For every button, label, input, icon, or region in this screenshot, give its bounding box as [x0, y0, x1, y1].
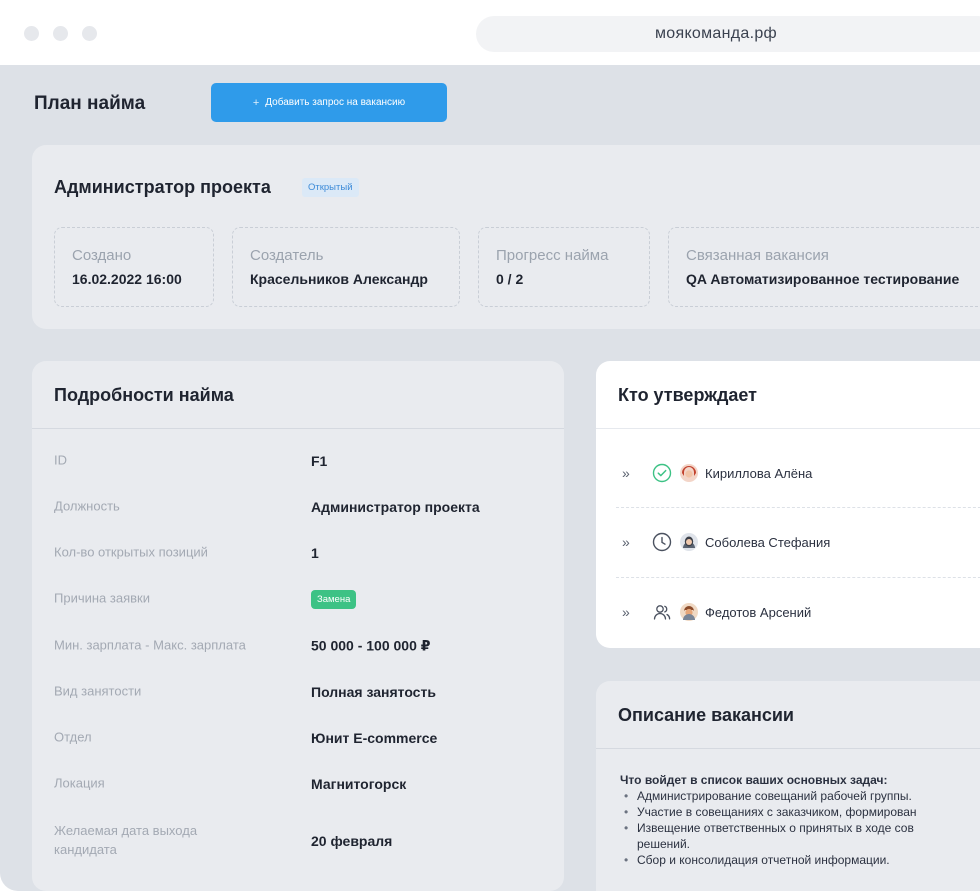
- stat-label: Создатель: [250, 247, 324, 264]
- window-close-dot[interactable]: [24, 26, 39, 41]
- card-title: Описание вакансии: [618, 705, 795, 725]
- page-title: План найма: [34, 93, 146, 114]
- detail-value: F1: [311, 453, 328, 469]
- status-badge: Открытый: [302, 178, 359, 197]
- detail-row-salary: Мин. зарплата - Макс. зарплата 50 000 - …: [32, 623, 564, 669]
- stat-label: Связанная вакансия: [686, 247, 829, 264]
- detail-key: Должность: [54, 498, 120, 514]
- stat-value: 0 / 2: [496, 271, 524, 287]
- divider: [616, 507, 980, 508]
- chevrons-right-icon[interactable]: »: [622, 604, 652, 620]
- card-header: Подробности найма: [32, 361, 564, 429]
- plus-icon: +: [252, 96, 260, 109]
- detail-value: 50 000 - 100 000 ₽: [311, 637, 431, 654]
- chevrons-right-icon[interactable]: »: [622, 465, 652, 481]
- detail-key: Причина заявки: [54, 590, 150, 606]
- approver-name: Федотов Арсений: [705, 604, 812, 620]
- detail-row-reason: Причина заявки Замена: [32, 576, 564, 622]
- detail-key: Локация: [54, 775, 105, 791]
- check-circle-icon: [652, 463, 672, 483]
- stat-linked-vacancy[interactable]: Связанная вакансия QA Автоматизированное…: [668, 227, 980, 307]
- add-vacancy-request-label: Добавить запрос на вакансию: [265, 97, 406, 108]
- stat-label: Прогресс найма: [496, 247, 609, 264]
- detail-row-open-positions: Кол-во открытых позиций 1: [32, 530, 564, 576]
- avatar: [680, 533, 698, 551]
- reason-badge: Замена: [311, 590, 357, 609]
- detail-value: 1: [311, 545, 319, 561]
- detail-key: Желаемая дата выхода кандидата: [54, 823, 198, 857]
- task-list: Администрирование совещаний рабочей груп…: [620, 788, 917, 868]
- avatar: [680, 603, 698, 621]
- task-item: Извещение ответственных о принятых в ход…: [620, 820, 917, 836]
- description-body: Что войдет в список ваших основных задач…: [620, 772, 917, 868]
- detail-value: Юнит E-commerce: [311, 730, 438, 746]
- detail-key: Отдел: [54, 729, 92, 745]
- approver-name: Соболева Стефания: [705, 534, 831, 550]
- linked-vacancy-link[interactable]: QA Автоматизированное тестирование: [686, 271, 980, 287]
- stat-created: Создано 16.02.2022 16:00: [54, 227, 214, 307]
- approver-item[interactable]: » Кириллова Алёна: [622, 462, 812, 484]
- detail-row-position: Должность Администратор проекта: [32, 484, 564, 530]
- detail-row-employment: Вид занятости Полная занятость: [32, 669, 564, 715]
- detail-value: Полная занятость: [311, 684, 436, 700]
- detail-value: Замена: [311, 589, 357, 609]
- vacancy-description-card: Описание вакансии Что войдет в список ва…: [596, 681, 980, 891]
- app-area: План найма + Добавить запрос на вакансию…: [0, 65, 980, 891]
- add-vacancy-request-button[interactable]: + Добавить запрос на вакансию: [211, 83, 447, 122]
- chevrons-right-icon[interactable]: »: [622, 534, 652, 550]
- card-header: Кто утверждает: [596, 361, 980, 429]
- detail-row-start-date: Желаемая дата выхода кандидата 20 феврал…: [32, 814, 564, 868]
- detail-row-location: Локация Магнитогорск: [32, 761, 564, 807]
- stat-label: Создано: [72, 247, 132, 264]
- clock-icon: [652, 532, 672, 552]
- stat-value: 16.02.2022 16:00: [72, 271, 182, 287]
- address-text: моякоманда.рф: [654, 25, 778, 42]
- browser-chrome: моякоманда.рф: [0, 0, 980, 65]
- request-title: Администратор проекта: [54, 177, 271, 197]
- address-bar[interactable]: моякоманда.рф: [476, 16, 980, 52]
- window-minimize-dot[interactable]: [53, 26, 68, 41]
- window-maximize-dot[interactable]: [82, 26, 97, 41]
- task-item: Сбор и консолидация отчетной информации.: [620, 852, 917, 868]
- detail-value: Магнитогорск: [311, 776, 407, 792]
- divider: [616, 577, 980, 578]
- users-icon: [652, 602, 672, 622]
- detail-key: Вид занятости: [54, 683, 142, 699]
- stat-value: Красельников Александр: [250, 271, 428, 287]
- card-title: Подробности найма: [54, 385, 234, 405]
- approver-item[interactable]: » Федотов Арсений: [622, 601, 811, 623]
- detail-key: Кол-во открытых позиций: [54, 544, 208, 560]
- detail-value: Администратор проекта: [311, 499, 480, 515]
- hiring-details-card: Подробности найма ID F1 Должность Админи…: [32, 361, 564, 891]
- card-title: Кто утверждает: [618, 385, 757, 405]
- task-item-continuation: решений.: [637, 837, 691, 851]
- card-header: Описание вакансии: [596, 681, 980, 749]
- task-item: Администрирование совещаний рабочей груп…: [620, 788, 917, 804]
- avatar: [680, 464, 698, 482]
- description-heading: Что войдет в список ваших основных задач…: [620, 773, 888, 787]
- task-item: Участие в совещаниях с заказчиком, форми…: [620, 804, 917, 820]
- request-summary-card: Администратор проекта Открытый Создано 1…: [32, 145, 980, 329]
- detail-row-department: Отдел Юнит E-commerce: [32, 715, 564, 761]
- stat-hiring-progress: Прогресс найма 0 / 2: [478, 227, 650, 307]
- detail-key: ID: [54, 452, 67, 468]
- detail-key: Мин. зарплата - Макс. зарплата: [54, 637, 246, 653]
- detail-row-id: ID F1: [32, 438, 564, 484]
- detail-value: 20 февраля: [311, 833, 393, 849]
- stat-creator: Создатель Красельников Александр: [232, 227, 460, 307]
- approver-name: Кириллова Алёна: [705, 465, 813, 481]
- approver-item[interactable]: » Соболева Стефания: [622, 531, 830, 553]
- approvers-card: Кто утверждает » Кириллова Алёна » Собол…: [596, 361, 980, 648]
